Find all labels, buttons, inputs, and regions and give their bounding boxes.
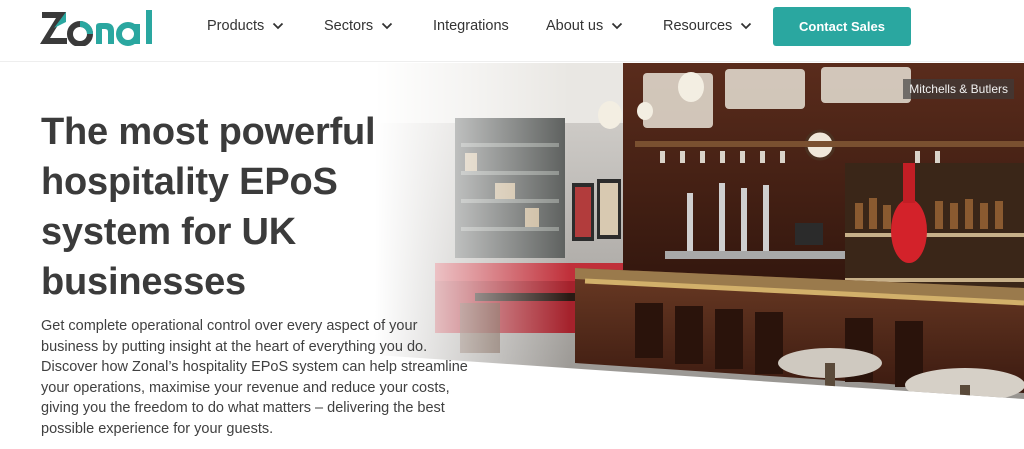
nav-resources[interactable]: Resources — [663, 18, 752, 34]
nav-sectors-label: Sectors — [324, 18, 374, 34]
nav-integrations[interactable]: Integrations — [433, 18, 509, 34]
nav-sectors[interactable]: Sectors — [324, 18, 393, 34]
hero-description: Get complete operational control over ev… — [41, 318, 468, 437]
nav-about-us-label: About us — [546, 18, 604, 34]
zonal-logo[interactable] — [40, 8, 162, 47]
page-title: The most powerful hospitality EPoS syste… — [41, 111, 376, 303]
contact-sales-button[interactable]: Contact Sales — [773, 7, 911, 46]
chevron-down-icon — [741, 22, 752, 30]
top-navigation: Products Sectors Integrations About us R… — [0, 0, 1024, 62]
pub-interior-photo — [375, 63, 1024, 449]
chevron-down-icon — [612, 22, 623, 30]
nav-integrations-label: Integrations — [433, 18, 509, 34]
nav-about-us[interactable]: About us — [546, 18, 623, 34]
hero-section: Mitchells & Butlers The most powerful ho… — [0, 63, 1024, 449]
chevron-down-icon — [273, 22, 284, 30]
image-credit: Mitchells & Butlers — [903, 79, 1014, 99]
nav-products-label: Products — [207, 18, 265, 34]
nav-resources-label: Resources — [663, 18, 733, 34]
chevron-down-icon — [382, 22, 393, 30]
nav-products[interactable]: Products — [207, 18, 284, 34]
